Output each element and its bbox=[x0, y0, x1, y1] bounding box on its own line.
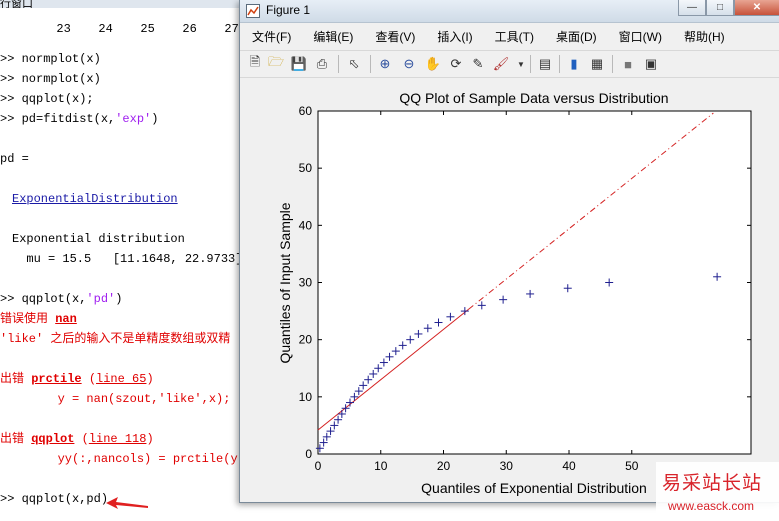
mu-estimate: mu = 15.5 [11.1648, 22.9733] bbox=[12, 252, 243, 266]
figure-window[interactable]: Figure 1 — □ ✕ 文件(F) 编辑(E) 查看(V) 插入(I) 工… bbox=[239, 0, 779, 503]
error-link-nan[interactable]: nan bbox=[55, 312, 77, 326]
command-line: >> qqplot(x); bbox=[0, 92, 94, 106]
y-tick-label: 30 bbox=[299, 276, 313, 290]
index-cell: 24 bbox=[98, 22, 113, 36]
plot-area[interactable]: QQ Plot of Sample Data versus Distributi… bbox=[240, 78, 779, 502]
maximize-button[interactable]: □ bbox=[706, 0, 734, 16]
pointer-icon[interactable]: ⬁ bbox=[345, 55, 363, 73]
legend-icon[interactable]: ▦ bbox=[588, 55, 606, 73]
index-row: 23 24 25 26 27 bbox=[0, 8, 238, 36]
new-file-icon[interactable]: 🗎 bbox=[246, 54, 264, 73]
chart-title: QQ Plot of Sample Data versus Distributi… bbox=[399, 90, 668, 106]
error-link-line[interactable]: line 118 bbox=[89, 432, 147, 446]
y-axis-label: Quantiles of Input Sample bbox=[277, 202, 293, 363]
menu-tools[interactable]: 工具(T) bbox=[483, 28, 544, 45]
close-icon: ✕ bbox=[752, 2, 762, 13]
menu-window[interactable]: 窗口(W) bbox=[607, 28, 672, 45]
figure-titlebar[interactable]: Figure 1 — □ ✕ bbox=[240, 0, 779, 23]
link-plot-icon[interactable]: ▤ bbox=[536, 55, 554, 73]
watermark: 易采站长站 www.easck.com bbox=[656, 462, 779, 521]
index-cell: 26 bbox=[182, 22, 197, 36]
command-line: >> qqplot(x,pd) bbox=[0, 492, 109, 506]
y-tick-label: 0 bbox=[305, 447, 312, 461]
y-tick-label: 50 bbox=[299, 161, 313, 175]
zoom-out-icon[interactable]: ⊖ bbox=[400, 55, 418, 73]
brush-icon[interactable]: 🖌 bbox=[492, 55, 510, 73]
y-tick-label: 60 bbox=[299, 104, 313, 118]
x-tick-label: 50 bbox=[625, 459, 639, 473]
x-tick-label: 0 bbox=[315, 459, 322, 473]
error-link-line[interactable]: line 65 bbox=[96, 372, 146, 386]
minimize-button[interactable]: — bbox=[678, 0, 706, 16]
error-line: 'like' 之后的输入不是单精度数组或双精 bbox=[0, 332, 231, 346]
error-line: 出错 prctile (line 65) bbox=[0, 372, 154, 386]
distribution-name: Exponential distribution bbox=[12, 232, 185, 246]
minimize-icon: — bbox=[687, 2, 697, 13]
index-cell: 23 bbox=[56, 22, 71, 36]
zoom-in-icon[interactable]: ⊕ bbox=[376, 55, 394, 73]
command-window-title: 行窗口 bbox=[0, 0, 240, 8]
y-tick-label: 40 bbox=[299, 218, 313, 232]
x-tick-label: 20 bbox=[437, 459, 451, 473]
menu-insert[interactable]: 插入(I) bbox=[425, 28, 482, 45]
x-tick-label: 10 bbox=[374, 459, 388, 473]
colorbar-icon[interactable]: ▮ bbox=[565, 55, 583, 73]
close-button[interactable]: ✕ bbox=[734, 0, 779, 16]
dock-icon[interactable]: ▣ bbox=[642, 55, 660, 73]
y-tick-label: 10 bbox=[299, 390, 313, 404]
menu-file[interactable]: 文件(F) bbox=[240, 28, 301, 45]
distribution-link[interactable]: ExponentialDistribution bbox=[12, 192, 178, 206]
error-link-prctile[interactable]: prctile bbox=[31, 372, 81, 386]
index-cell: 27 bbox=[224, 22, 239, 36]
matlab-figure-icon bbox=[246, 4, 260, 18]
command-line: >> normplot(x) bbox=[0, 72, 101, 86]
error-line: yy(:,nancols) = prctile(y( bbox=[0, 452, 245, 466]
menu-view[interactable]: 查看(V) bbox=[363, 28, 425, 45]
output-pd: pd = bbox=[0, 152, 29, 166]
x-axis-label: Quantiles of Exponential Distribution bbox=[421, 480, 647, 496]
hide-tools-icon[interactable]: ■ bbox=[619, 55, 637, 73]
menu-help[interactable]: 帮助(H) bbox=[672, 28, 735, 45]
open-folder-icon[interactable]: 🗁 bbox=[267, 54, 285, 73]
command-line: >> pd=fitdist(x,'exp') bbox=[0, 112, 159, 126]
menu-edit[interactable]: 编辑(E) bbox=[301, 28, 363, 45]
data-cursor-icon[interactable]: ✎ bbox=[469, 55, 487, 73]
figure-toolbar: 🗎 🗁 💾 ⎙ ⬁ ⊕ ⊖ ✋ ⟳ ✎ 🖌 ▼ ▤ ▮ ▦ ■ ▣ bbox=[240, 50, 779, 78]
menu-desktop[interactable]: 桌面(D) bbox=[544, 28, 607, 45]
dropdown-icon[interactable]: ▼ bbox=[512, 55, 530, 73]
error-line: 出错 qqplot (line 118) bbox=[0, 432, 154, 446]
rotate-icon[interactable]: ⟳ bbox=[447, 55, 465, 73]
command-line: >> normplot(x) bbox=[0, 52, 101, 66]
qq-plot-chart[interactable]: QQ Plot of Sample Data versus Distributi… bbox=[240, 78, 779, 502]
error-line: 错误使用 nan bbox=[0, 312, 77, 326]
axes-box bbox=[317, 110, 752, 455]
watermark-brand: 易采站长站 bbox=[662, 472, 763, 494]
x-tick-label: 30 bbox=[500, 459, 514, 473]
command-line: >> qqplot(x,'pd') bbox=[0, 292, 123, 306]
menu-bar: 文件(F) 编辑(E) 查看(V) 插入(I) 工具(T) 桌面(D) 窗口(W… bbox=[240, 26, 779, 46]
error-link-qqplot[interactable]: qqplot bbox=[31, 432, 74, 446]
pan-hand-icon[interactable]: ✋ bbox=[424, 55, 442, 73]
x-tick-label: 40 bbox=[562, 459, 576, 473]
y-tick-label: 20 bbox=[299, 333, 313, 347]
save-icon[interactable]: 💾 bbox=[290, 55, 308, 73]
print-icon[interactable]: ⎙ bbox=[313, 55, 331, 73]
red-arrow-icon bbox=[106, 497, 148, 509]
figure-title: Figure 1 bbox=[266, 3, 311, 17]
maximize-icon: □ bbox=[716, 2, 724, 13]
index-cell: 25 bbox=[140, 22, 155, 36]
error-line: y = nan(szout,'like',x); bbox=[0, 392, 231, 406]
watermark-url: www.easck.com bbox=[668, 499, 755, 513]
